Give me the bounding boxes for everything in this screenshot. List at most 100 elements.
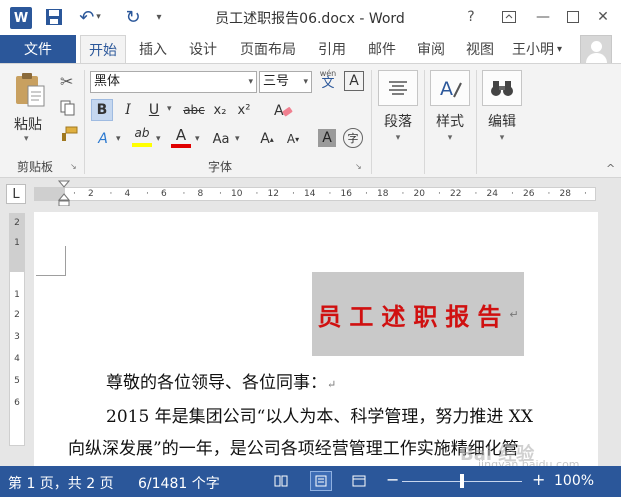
clear-formatting-icon[interactable]: A: [270, 99, 296, 121]
bold-button[interactable]: B: [91, 99, 113, 121]
doc-line-body-2[interactable]: 向纵深发展”的一年，是公司各项经营管理工作实施精细化管: [68, 434, 519, 459]
change-case-dropdown-icon[interactable]: ▾: [235, 134, 240, 144]
ruler-number: 22: [450, 189, 462, 199]
tab-references[interactable]: 引用: [310, 35, 354, 63]
word-count[interactable]: 6/1481 个字: [138, 473, 220, 493]
help-button[interactable]: ?: [458, 6, 484, 28]
underline-button[interactable]: U: [144, 99, 164, 121]
subscript-button[interactable]: x₂: [210, 99, 230, 121]
clipboard-launcher-icon[interactable]: ↘: [70, 162, 77, 171]
group-divider: [424, 70, 425, 174]
page-info[interactable]: 第 1 页，共 2 页: [8, 473, 114, 493]
phonetic-guide-bottom: 文: [321, 76, 335, 91]
vertical-ruler[interactable]: 2 1 1 2 3 4 5 6: [9, 213, 25, 446]
paragraph-icon[interactable]: [378, 70, 418, 106]
shrink-font-button[interactable]: A ▾: [282, 128, 304, 150]
font-name-combo[interactable]: 黑体 ▾: [90, 71, 257, 93]
read-mode-icon[interactable]: [270, 471, 292, 491]
tab-view[interactable]: 视图: [458, 35, 502, 63]
first-line-indent-marker[interactable]: [57, 180, 71, 209]
group-divider: [84, 70, 85, 174]
tab-design[interactable]: 设计: [181, 35, 225, 63]
tab-review[interactable]: 审阅: [409, 35, 453, 63]
font-name-dropdown-icon[interactable]: ▾: [248, 72, 253, 92]
paragraph-mark: ↵: [327, 378, 337, 391]
zoom-out-button[interactable]: −: [386, 470, 399, 489]
ruler-tick: ·: [328, 189, 332, 199]
styles-caret-icon[interactable]: ▾: [430, 133, 470, 143]
avatar[interactable]: [580, 35, 612, 65]
tab-selector-button[interactable]: L: [6, 184, 26, 204]
editing-caret-icon[interactable]: ▾: [482, 133, 522, 143]
minimize-button[interactable]: —: [530, 6, 556, 28]
customize-quick-access-icon[interactable]: ▾: [152, 6, 166, 28]
group-divider: [371, 70, 372, 174]
find-binoculars-icon[interactable]: [482, 70, 522, 106]
tab-home[interactable]: 开始: [80, 35, 126, 64]
grow-font-button[interactable]: A ▴: [256, 128, 278, 150]
change-case-button[interactable]: Aa: [208, 128, 234, 150]
title-bar: W ↶ ▾ ↻ ▾ 员工述职报告06.docx - Word ? — ✕: [0, 0, 621, 35]
text-effects-button[interactable]: A: [92, 128, 114, 150]
paste-icon[interactable]: [12, 70, 48, 110]
zoom-level[interactable]: 100%: [554, 473, 594, 489]
horizontal-ruler[interactable]: 2·4·6·8·10·12·14·16·18·20·22·24·26·28·30…: [34, 187, 596, 201]
ribbon-display-options-icon[interactable]: [496, 6, 522, 28]
tab-file[interactable]: 文件: [0, 35, 76, 63]
tab-page-layout[interactable]: 页面布局: [232, 35, 304, 63]
paragraph-button-label[interactable]: 段落: [378, 111, 418, 131]
font-size-dropdown-icon[interactable]: ▾: [303, 72, 308, 92]
word-logo-icon[interactable]: W: [10, 7, 32, 29]
styles-button-label[interactable]: 样式: [430, 111, 470, 131]
font-color-button[interactable]: A: [170, 126, 192, 150]
zoom-slider-thumb[interactable]: [460, 474, 464, 488]
highlight-button[interactable]: ab: [130, 126, 154, 150]
grow-font-label: A: [260, 131, 270, 147]
character-shading-button[interactable]: A: [318, 129, 336, 147]
doc-line-body-1[interactable]: 2015 年是集团公司“以人为本、科学管理，努力推进 XX: [106, 402, 533, 427]
font-launcher-icon[interactable]: ↘: [355, 162, 362, 171]
superscript-button[interactable]: x²: [234, 99, 254, 121]
ruler-number: 12: [267, 189, 279, 199]
print-layout-icon[interactable]: [310, 471, 332, 491]
user-account[interactable]: 王小明 ▾: [512, 35, 562, 63]
font-color-label: A: [175, 126, 187, 144]
ruler-tick: ·: [182, 189, 186, 199]
styles-icon[interactable]: A: [430, 70, 470, 106]
document-title-block[interactable]: 员工述职报告 ↵: [312, 272, 524, 356]
undo-icon[interactable]: ↶ ▾: [78, 6, 102, 28]
cut-icon[interactable]: ✂: [60, 72, 73, 91]
phonetic-guide-button[interactable]: wén 文: [318, 69, 338, 91]
redo-icon[interactable]: ↻: [122, 6, 144, 28]
paste-caret-icon[interactable]: ▾: [24, 134, 29, 144]
save-icon[interactable]: [44, 6, 64, 28]
font-size-value: 三号: [263, 74, 290, 89]
document-page[interactable]: 员工述职报告 ↵ 尊敬的各位领导、各位同事：↵ 2015 年是集团公司“以人为本、…: [34, 212, 598, 466]
copy-icon[interactable]: [60, 100, 76, 119]
format-painter-icon[interactable]: [60, 126, 78, 145]
ruler-number: 28: [559, 189, 571, 199]
web-layout-icon[interactable]: [348, 471, 370, 491]
close-button[interactable]: ✕: [590, 6, 616, 28]
character-border-button[interactable]: A: [344, 71, 364, 91]
font-color-dropdown-icon[interactable]: ▾: [195, 134, 200, 144]
tab-mailings[interactable]: 邮件: [360, 35, 404, 63]
ruler-tick: ·: [73, 189, 76, 199]
editing-button-label[interactable]: 编辑: [482, 111, 522, 131]
zoom-in-button[interactable]: +: [532, 470, 545, 489]
enclose-characters-button[interactable]: 字: [343, 128, 363, 148]
tab-insert[interactable]: 插入: [131, 35, 175, 63]
document-canvas[interactable]: 员工述职报告 ↵ 尊敬的各位领导、各位同事：↵ 2015 年是集团公司“以人为本、…: [34, 208, 621, 466]
paragraph-caret-icon[interactable]: ▾: [378, 133, 418, 143]
strikethrough-button[interactable]: abc: [180, 99, 208, 121]
doc-line-greeting[interactable]: 尊敬的各位领导、各位同事：↵: [106, 368, 336, 393]
text-effects-dropdown-icon[interactable]: ▾: [116, 134, 121, 144]
maximize-button[interactable]: [560, 6, 586, 28]
underline-dropdown-icon[interactable]: ▾: [167, 104, 172, 114]
paste-button-label[interactable]: 粘贴: [14, 114, 42, 134]
italic-button[interactable]: I: [118, 99, 138, 121]
collapse-ribbon-icon[interactable]: ^: [606, 162, 615, 175]
font-size-combo[interactable]: 三号 ▾: [259, 71, 312, 93]
highlight-dropdown-icon[interactable]: ▾: [156, 134, 161, 144]
group-divider: [476, 70, 477, 174]
